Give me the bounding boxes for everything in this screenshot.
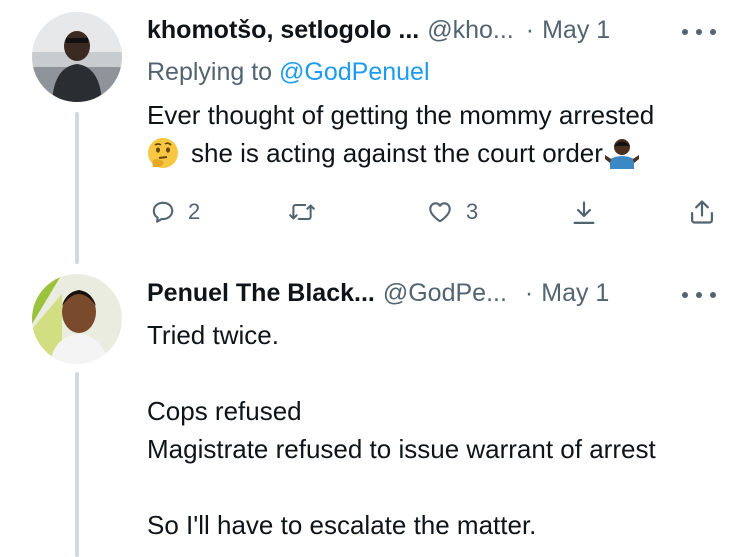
reply-button[interactable]: 2 <box>150 199 200 225</box>
like-button[interactable]: 3 <box>426 199 478 225</box>
tweet-text-line: Magistrate refused to issue warrant of a… <box>147 434 656 464</box>
user-handle[interactable]: @kho... <box>427 14 514 46</box>
display-name[interactable]: khomotšo, setlogolo ... <box>147 14 419 46</box>
more-dots-icon[interactable] <box>682 290 716 300</box>
tweet-date[interactable]: May 1 <box>542 14 610 46</box>
replying-to-label: Replying to <box>147 58 273 86</box>
user-handle[interactable]: @GodPe... <box>383 277 507 309</box>
thinking-face-emoji <box>147 137 179 169</box>
tweet-text: she is acting against the court order <box>191 138 603 168</box>
separator-dot: · <box>525 16 535 44</box>
upload-button[interactable] <box>688 198 716 226</box>
thread-connector-line <box>75 112 79 264</box>
share-button[interactable] <box>570 199 598 227</box>
retweet-button[interactable] <box>288 199 316 225</box>
reply-count: 2 <box>188 199 201 224</box>
share-icon <box>573 201 595 225</box>
tweet-header: Penuel The Black... @GodPe... · May 1 <box>147 277 609 309</box>
tweet-text-line: she is acting against the court order <box>147 136 639 170</box>
tweet-text-line: Tried twice. <box>147 320 279 350</box>
thread-connector-line <box>75 372 79 557</box>
tweet-text: Ever thought of getting the mommy arrest… <box>147 100 655 130</box>
display-name[interactable]: Penuel The Black... <box>147 277 375 309</box>
tweet-text-line: Cops refused <box>147 396 302 426</box>
tweet-date[interactable]: May 1 <box>541 277 609 309</box>
avatar[interactable] <box>32 274 122 364</box>
retweet-icon <box>289 203 315 221</box>
tweet-header: khomotšo, setlogolo ... @kho... · May 1 <box>147 14 610 46</box>
upload-icon <box>690 200 714 224</box>
person-shrugging-emoji <box>604 137 639 169</box>
replying-to-handle[interactable]: @GodPenuel <box>279 58 429 86</box>
avatar[interactable] <box>32 12 122 102</box>
tweet-text-line: So I'll have to escalate the matter. <box>147 510 537 540</box>
reply-icon <box>152 201 174 223</box>
more-dots-icon[interactable] <box>682 27 716 37</box>
replying-to: Replying to @GodPenuel <box>147 56 430 88</box>
tweet-text-line: Ever thought of getting the mommy arrest… <box>147 98 654 132</box>
like-count: 3 <box>466 199 479 224</box>
like-icon <box>429 202 451 223</box>
separator-dot: · <box>524 279 534 307</box>
